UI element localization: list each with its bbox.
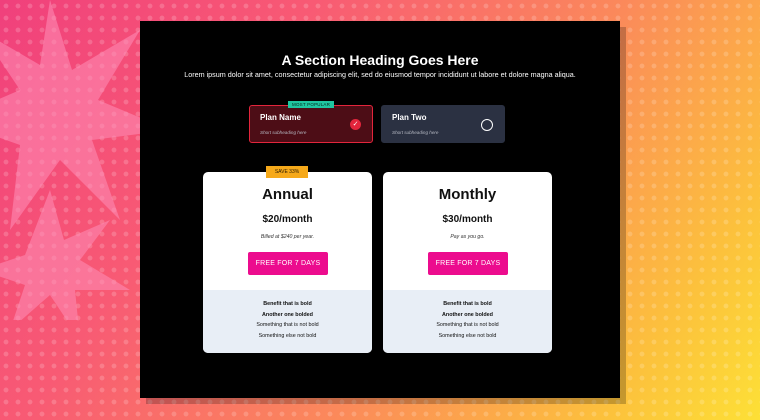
benefit-item: Another one bolded xyxy=(442,311,493,318)
benefits-list: Benefit that is bold Another one bolded … xyxy=(383,290,552,353)
free-trial-button-monthly[interactable]: FREE FOR 7 DAYS xyxy=(428,252,508,275)
plan-name-label: Plan Two xyxy=(392,113,427,122)
benefit-item: Something else not bold xyxy=(438,332,497,339)
plan-subheading: Short subheading here xyxy=(260,130,307,135)
plan-option-plan-name[interactable]: Plan Name Short subheading here ✓ xyxy=(249,105,373,143)
free-trial-button-annual[interactable]: FREE FOR 7 DAYS xyxy=(248,252,328,275)
plan-option-plan-two[interactable]: Plan Two Short subheading here xyxy=(381,105,505,143)
billing-note: Pay as you go. xyxy=(450,234,485,240)
plan-subheading: Short subheading here xyxy=(392,130,439,135)
radio-circle-icon xyxy=(481,119,493,131)
benefit-item: Something else not bold xyxy=(258,332,317,339)
benefit-item: Something that is not bold xyxy=(436,322,499,328)
benefit-item: Benefit that is bold xyxy=(263,301,312,307)
benefits-list: Benefit that is bold Another one bolded … xyxy=(203,290,372,353)
section-heading: A Section Heading Goes Here xyxy=(281,52,479,68)
most-popular-badge: MOST POPULAR xyxy=(288,101,335,108)
plan-name-label: Plan Name xyxy=(260,113,301,122)
pricing-section: A Section Heading Goes Here Lorem ipsum … xyxy=(140,21,620,398)
card-title: Monthly xyxy=(438,186,497,203)
card-price: $30/month xyxy=(442,214,493,225)
card-price: $20/month xyxy=(262,214,313,225)
billing-note: Billed at $240 per year. xyxy=(260,234,315,240)
section-description: Lorem ipsum dolor sit amet, consectetur … xyxy=(184,70,576,79)
save-tag: SAVE 33% xyxy=(266,166,308,178)
benefit-item: Benefit that is bold xyxy=(443,301,492,307)
checkmark-icon: ✓ xyxy=(350,119,361,130)
benefit-item: Something that is not bold xyxy=(256,322,319,328)
pricing-card-annual: Annual $20/month Billed at $240 per year… xyxy=(203,172,372,353)
card-title: Annual xyxy=(262,186,313,203)
pricing-card-monthly: Monthly $30/month Pay as you go. FREE FO… xyxy=(383,172,552,353)
benefit-item: Another one bolded xyxy=(262,311,313,318)
